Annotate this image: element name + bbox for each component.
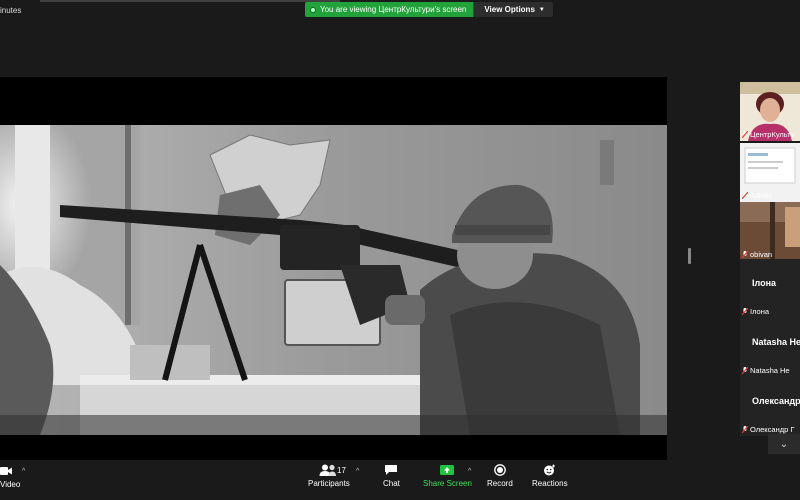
chat-button[interactable]: Chat <box>383 464 400 488</box>
participant-name-text: Ілона <box>750 307 770 316</box>
participants-count: 17 <box>337 466 346 475</box>
participant-name-text: ЦентрКульту <box>750 130 795 139</box>
view-options-label: View Options <box>484 5 535 14</box>
video-camera-icon <box>0 467 12 475</box>
participant-gallery: ЦентрКульту Admin obivan Ілона Ілона Nat… <box>740 82 800 460</box>
status-dot-icon <box>310 6 316 13</box>
soldier-scene-image <box>0 125 667 435</box>
gallery-scroll-down-button[interactable]: ⌄ <box>768 434 800 454</box>
obscured-title-text <box>40 0 340 2</box>
video-frame-image <box>0 125 667 435</box>
share-screen-label: Share Screen <box>423 479 472 488</box>
shared-screen-area <box>0 22 690 482</box>
viewing-text: You are viewing ЦентрКультури's screen <box>320 5 467 14</box>
muted-mic-icon <box>742 367 748 374</box>
video-label: Video <box>0 480 21 489</box>
participant-name-oleksandr: Олександр Г <box>742 425 794 434</box>
share-options-caret-icon[interactable]: ^ <box>468 468 471 475</box>
participant-tile-natasha[interactable]: Natasha He Natasha He <box>740 318 800 377</box>
meeting-toolbar: Video ^ Participants 17 ^ Chat Share Scr… <box>0 460 800 500</box>
muted-mic-icon <box>742 426 748 433</box>
participant-name-text: obivan <box>750 250 773 259</box>
participant-tile-oleksandr[interactable]: Олександр Олександр Г <box>740 377 800 436</box>
participant-name-obivan: obivan <box>742 250 772 259</box>
muted-mic-icon <box>742 131 748 138</box>
chevron-down-icon: ▼ <box>538 6 545 13</box>
record-icon <box>494 464 506 476</box>
participant-display-name: Олександр <box>752 396 800 406</box>
record-button[interactable]: Record <box>487 464 513 488</box>
screen-share-banner: You are viewing ЦентрКультури's screen V… <box>305 2 553 17</box>
chat-label: Chat <box>383 479 400 488</box>
record-label: Record <box>487 479 513 488</box>
reactions-icon <box>543 464 555 476</box>
video-button[interactable]: Video <box>0 465 20 489</box>
participants-icon <box>319 464 336 476</box>
chat-icon <box>385 465 398 475</box>
participant-name-natasha: Natasha He <box>742 366 790 375</box>
meeting-timer-label: inutes <box>0 6 22 15</box>
participants-options-caret-icon[interactable]: ^ <box>356 468 359 475</box>
video-options-caret-icon[interactable]: ^ <box>22 468 25 475</box>
participant-name-text: Олександр Г <box>750 425 795 434</box>
shared-video-player[interactable] <box>0 77 667 482</box>
participant-display-name: Natasha He <box>752 337 800 347</box>
reactions-button[interactable]: Reactions <box>532 464 568 488</box>
view-options-button[interactable]: View Options ▼ <box>473 2 553 17</box>
participant-name-text: Admin <box>750 191 772 200</box>
muted-mic-icon <box>742 308 748 315</box>
participant-name-text: Natasha He <box>750 366 790 375</box>
reactions-label: Reactions <box>532 479 568 488</box>
share-screen-icon <box>440 465 455 475</box>
participant-tile-ilona[interactable]: Ілона Ілона <box>740 259 800 318</box>
participant-display-name: Ілона <box>752 278 777 288</box>
participant-name-admin: Admin <box>742 191 771 200</box>
muted-mic-icon <box>742 251 748 258</box>
viewing-indicator: You are viewing ЦентрКультури's screen <box>305 2 474 17</box>
participant-name-ilona: Ілона <box>742 307 769 316</box>
chevron-down-icon: ⌄ <box>779 438 789 450</box>
participant-tile-host[interactable]: ЦентрКульту <box>740 82 800 141</box>
participant-tile-obivan[interactable]: obivan <box>740 202 800 261</box>
muted-mic-icon <box>742 192 748 199</box>
participant-tile-admin[interactable]: Admin <box>740 143 800 202</box>
participant-name-host: ЦентрКульту <box>742 130 794 139</box>
share-screen-button[interactable]: Share Screen <box>423 464 472 488</box>
splitter-handle[interactable] <box>688 248 691 264</box>
participants-label: Participants <box>308 479 350 488</box>
